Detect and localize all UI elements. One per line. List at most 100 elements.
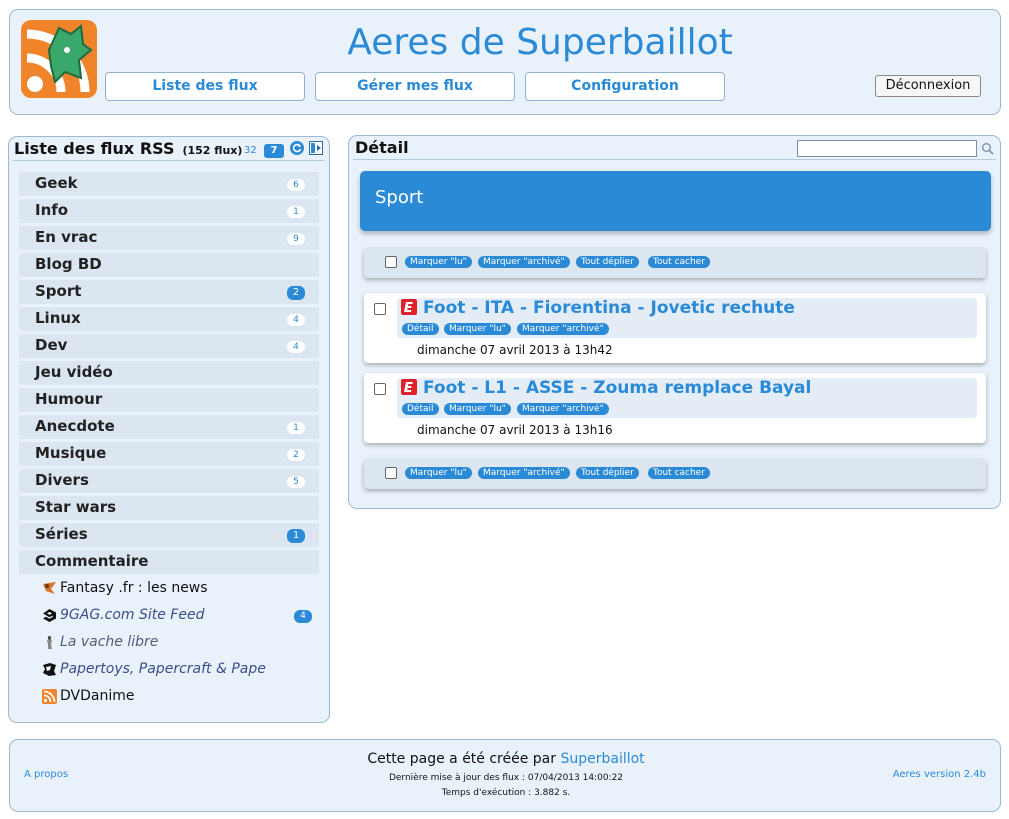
category-label: Anecdote	[35, 417, 115, 435]
feed-papertoys[interactable]: Papertoys, Papercraft & Pape	[42, 659, 322, 681]
category-anecdote[interactable]: Anecdote 1	[19, 415, 319, 439]
search-icon[interactable]	[981, 142, 994, 155]
rss-feed-icon	[42, 689, 57, 704]
article-detail-button[interactable]: Détail	[402, 403, 439, 415]
detail-panel: Détail Sport Marquer "lu" Marquer "archi…	[348, 135, 1001, 509]
category-humour[interactable]: Humour	[19, 388, 319, 412]
category-banner-title: Sport	[375, 187, 424, 208]
detail-title: Détail	[355, 138, 409, 157]
feed-label: La vache libre	[60, 634, 159, 650]
category-label: Musique	[35, 444, 107, 462]
article-mark-archived-button[interactable]: Marquer "archivé"	[517, 323, 609, 335]
category-label: En vrac	[35, 228, 98, 246]
category-blog-bd[interactable]: Blog BD	[19, 253, 319, 277]
header: Aeres de Superbaillot Liste des flux Gér…	[9, 9, 1001, 115]
feed-count: (152 flux)	[182, 144, 243, 157]
category-label: Geek	[35, 174, 78, 192]
category-sport[interactable]: Sport 2	[19, 280, 319, 304]
article-detail-button[interactable]: Détail	[402, 323, 439, 335]
mark-read-button[interactable]: Marquer "lu"	[405, 256, 472, 268]
unread-total[interactable]: 32	[244, 145, 257, 156]
category-jeu-video[interactable]: Jeu vidéo	[19, 361, 319, 385]
mark-read-button[interactable]: Marquer "lu"	[405, 467, 472, 479]
article-checkbox[interactable]	[374, 303, 386, 315]
category-geek[interactable]: Geek 6	[19, 172, 319, 196]
unread-badge: 2	[287, 449, 305, 461]
category-label: Sport	[35, 282, 82, 300]
unread-badge: 2	[287, 286, 305, 300]
category-label: Blog BD	[35, 255, 102, 273]
category-label: Star wars	[35, 498, 117, 516]
refresh-icon[interactable]	[290, 141, 304, 155]
nav-configuration-button[interactable]: Configuration	[525, 72, 725, 101]
article-mark-archived-button[interactable]: Marquer "archivé"	[517, 403, 609, 415]
search-input[interactable]	[797, 140, 977, 157]
category-commentaire[interactable]: Commentaire	[19, 550, 319, 574]
nav-gerer-mes-flux-button[interactable]: Gérer mes flux	[315, 72, 515, 101]
9gag-feed-icon	[43, 609, 56, 622]
unread-badge: 1	[287, 529, 305, 543]
app-version: Aeres version 2.4b	[892, 769, 986, 780]
execution-time: Temps d'exécution : 3.882 s.	[441, 788, 571, 798]
unread-badge: 4	[287, 341, 305, 353]
unread-badge: 1	[287, 422, 305, 434]
mark-archived-button[interactable]: Marquer "archivé"	[478, 256, 570, 268]
sidebar-divider	[13, 160, 325, 161]
article-mark-read-button[interactable]: Marquer "lu"	[444, 403, 511, 415]
feed-fantasy-fr[interactable]: Fantasy .fr : les news	[42, 578, 322, 600]
feed-label: DVDanime	[60, 688, 135, 704]
feed-label: Fantasy .fr : les news	[60, 580, 208, 596]
feed-dvdanime[interactable]: DVDanime	[42, 686, 322, 708]
mark-archived-button[interactable]: Marquer "archivé"	[478, 467, 570, 479]
lequipe-icon	[401, 299, 417, 315]
category-info[interactable]: Info 1	[19, 199, 319, 223]
fantasy-feed-icon	[43, 582, 56, 594]
select-all-checkbox[interactable]	[385, 467, 397, 479]
feed-9gag[interactable]: 9GAG.com Site Feed 4	[42, 605, 322, 627]
article-date: dimanche 07 avril 2013 à 13h42	[417, 343, 613, 357]
hide-all-button[interactable]: Tout cacher	[648, 256, 710, 268]
collapse-panel-icon[interactable]	[309, 141, 323, 155]
papertoys-feed-icon	[43, 663, 56, 676]
category-label: Commentaire	[35, 552, 149, 570]
category-label: Linux	[35, 309, 81, 327]
sidebar-title: Liste des flux RSS	[14, 139, 175, 158]
article-title[interactable]: Foot - ITA - Fiorentina - Jovetic rechut…	[423, 298, 795, 318]
category-musique[interactable]: Musique 2	[19, 442, 319, 466]
bottom-action-bar: Marquer "lu" Marquer "archivé" Tout dépl…	[364, 459, 986, 489]
feed-label: 9GAG.com Site Feed	[60, 607, 205, 623]
lequipe-icon	[401, 379, 417, 395]
top-action-bar: Marquer "lu" Marquer "archivé" Tout dépl…	[364, 248, 986, 278]
feed-la-vache-libre[interactable]: La vache libre	[42, 632, 322, 654]
article-mark-read-button[interactable]: Marquer "lu"	[444, 323, 511, 335]
category-divers[interactable]: Divers 5	[19, 469, 319, 493]
last-update: Dernière mise à jour des flux : 07/04/20…	[388, 773, 624, 783]
expand-all-button[interactable]: Tout déplier	[576, 256, 639, 268]
select-all-checkbox[interactable]	[385, 256, 397, 268]
unread-badge: 6	[287, 179, 305, 191]
author-link[interactable]: Superbaillot	[560, 751, 644, 767]
article-checkbox[interactable]	[374, 383, 386, 395]
sidebar: Liste des flux RSS (152 flux) 32 7 Geek 6 …	[8, 136, 330, 723]
detail-divider	[353, 159, 996, 160]
article-title[interactable]: Foot - L1 - ASSE - Zouma remplace Bayal	[423, 378, 811, 398]
category-label: Jeu vidéo	[35, 363, 113, 381]
hide-all-button[interactable]: Tout cacher	[648, 467, 710, 479]
unread-badge: 5	[287, 476, 305, 488]
footer-credit: Cette page a été créée par Superbaillot	[10, 751, 1002, 767]
category-linux[interactable]: Linux 4	[19, 307, 319, 331]
category-label: Séries	[35, 525, 88, 543]
category-star-wars[interactable]: Star wars	[19, 496, 319, 520]
footer: A propos Cette page a été créée par Supe…	[9, 739, 1001, 812]
category-label: Info	[35, 201, 69, 219]
category-series[interactable]: Séries 1	[19, 523, 319, 547]
vache-libre-feed-icon	[47, 636, 52, 649]
unread-badge: 4	[287, 314, 305, 326]
expand-all-button[interactable]: Tout déplier	[576, 467, 639, 479]
category-dev[interactable]: Dev 4	[19, 334, 319, 358]
logout-button[interactable]: Déconnexion	[875, 75, 981, 97]
nav-liste-des-flux-button[interactable]: Liste des flux	[105, 72, 305, 101]
unread-current-badge[interactable]: 7	[264, 144, 284, 158]
feed-label: Papertoys, Papercraft & Pape	[60, 661, 266, 677]
category-en-vrac[interactable]: En vrac 9	[19, 226, 319, 250]
